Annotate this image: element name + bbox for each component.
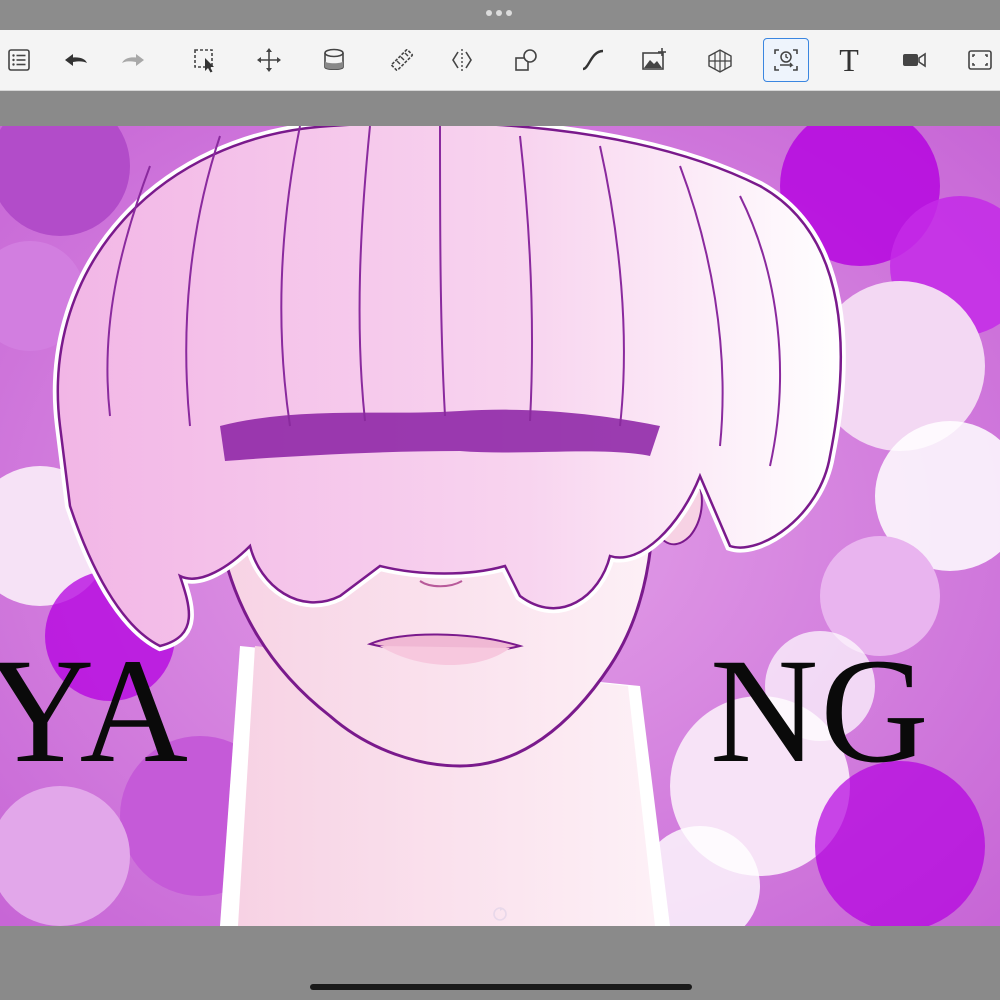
layers-list-icon	[8, 49, 30, 71]
symmetry-icon	[452, 49, 472, 71]
fill-button[interactable]	[311, 38, 357, 82]
add-image-button[interactable]	[631, 38, 677, 82]
time-lapse-button[interactable]	[763, 38, 809, 82]
toolbar: T	[0, 30, 1000, 91]
artwork-text-left: YA	[0, 628, 191, 794]
video-record-button[interactable]	[891, 38, 937, 82]
ruler-icon	[391, 49, 413, 71]
shape-icon	[515, 49, 537, 71]
selection-icon	[194, 49, 214, 73]
undo-button[interactable]	[53, 38, 99, 82]
portrait-illustration	[0, 126, 1000, 926]
curve-button[interactable]	[570, 38, 616, 82]
curve-icon	[582, 49, 604, 71]
text-tool-button[interactable]: T	[826, 38, 872, 82]
video-record-icon	[903, 52, 926, 68]
redo-button[interactable]	[110, 38, 156, 82]
fullscreen-icon	[968, 50, 992, 70]
undo-icon	[65, 54, 87, 66]
home-indicator[interactable]	[310, 984, 692, 990]
redo-icon	[122, 54, 144, 66]
perspective-guide-icon	[708, 49, 732, 73]
transform-button[interactable]	[246, 38, 292, 82]
multitasking-dots-icon[interactable]	[486, 10, 512, 16]
canvas-rotate-handle-icon[interactable]	[491, 905, 509, 923]
layers-list-button[interactable]	[0, 38, 42, 82]
perspective-guide-button[interactable]	[697, 38, 743, 82]
time-lapse-icon	[774, 49, 798, 71]
text-tool-icon: T	[839, 42, 859, 78]
add-image-icon	[642, 48, 666, 70]
ruler-button[interactable]	[379, 38, 425, 82]
artwork-text-right: NG	[710, 628, 931, 794]
shape-button[interactable]	[503, 38, 549, 82]
fill-bucket-icon	[324, 48, 344, 71]
artwork-canvas[interactable]: YA NG	[0, 126, 1000, 926]
fullscreen-button[interactable]	[957, 38, 1000, 82]
multitasking-bar	[0, 0, 1000, 30]
selection-button[interactable]	[182, 38, 228, 82]
symmetry-button[interactable]	[439, 38, 485, 82]
transform-move-icon	[257, 48, 281, 72]
